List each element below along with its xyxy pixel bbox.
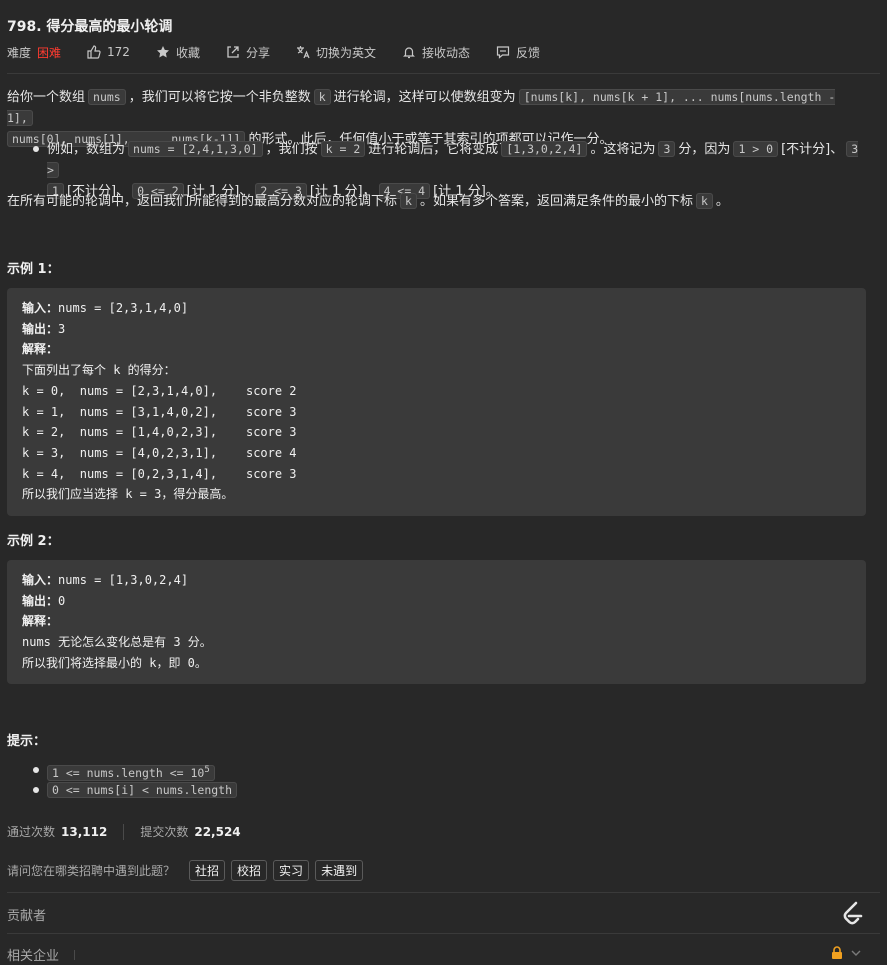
favorite-button[interactable]: 收藏 [156,44,200,61]
share-label: 分享 [245,45,270,60]
accepted-count: 13,112 [61,824,108,839]
leetcode-logo-icon[interactable] [841,901,865,931]
explanation-label: 解释： [22,342,59,357]
explanation-label: 解释： [22,614,59,629]
stats-separator [123,823,125,840]
star-icon [156,46,169,58]
submissions-count: 22,524 [194,824,241,839]
problem-title: 798. 得分最高的最小轮调 [7,19,173,35]
example-1-block: 输入：nums = [2,3,1,4,0] 输出：3 解释： 下面列出了每个 k… [7,288,866,516]
output-value: 3 [58,321,66,336]
bullet-dot [33,146,39,152]
inline-code: 0 <= nums[i] < nums.length [47,782,238,798]
difficulty-value: 困难 [37,45,62,60]
text: 分，因为 [678,142,731,157]
section-divider [7,892,880,893]
input-label: 输入： [22,301,59,315]
text: 。如果有多个答案，返回满足条件的最小的下标 [419,194,693,209]
contributors-label[interactable]: 贡献者 [7,905,46,924]
text: 在所有可能的轮调中，返回我们所能得到的最高分数对应的轮调下标 [7,194,398,209]
tag-campus-recruit[interactable]: 校招 [231,860,268,881]
lock-icon [832,946,842,959]
feedback-button[interactable]: 反馈 [496,44,540,61]
input-label: 输入： [22,573,59,587]
tag-social-recruit[interactable]: 社招 [189,860,226,881]
recruitment-survey: 请问您在哪类招聘中遇到此题？ 社招 校招 实习 未遇到 [7,860,364,881]
problem-toolbar: 难度 困难 172 收藏 分享 切换为英文 接收动态 反馈 [7,43,566,61]
inline-code: nums = [2,4,1,3,0] [128,141,263,157]
hint-exponent: 5 [204,765,210,775]
notify-button[interactable]: 接收动态 [402,44,470,61]
output-label: 输出： [22,321,59,336]
inline-code: nums [88,89,126,105]
explanation-line: 下面列出了每个 k 的得分： [22,363,176,378]
feedback-icon [496,46,510,59]
separator [74,950,75,960]
inline-code: 1 > 0 [733,141,779,157]
output-value: 0 [58,593,66,608]
translate-icon [296,46,310,59]
thumbs-up-icon [87,45,101,59]
like-count: 172 [107,45,130,59]
bell-icon [403,47,415,59]
explanation-line: k = 4, nums = [0,2,3,1,4], score 3 [22,466,297,481]
submissions-label: 提交次数 [140,825,189,839]
explanation-line: nums 无论怎么变化总是有 3 分。 [22,635,212,650]
inline-code: 3 [658,141,676,157]
hint-2: 0 <= nums[i] < nums.length [47,780,865,801]
text: 例如，数组为 [47,142,126,157]
inline-code: k [313,89,331,105]
text: [不计分]、 [781,142,844,157]
hints-heading: 提示： [7,734,47,749]
bullet-dot [33,787,39,793]
inline-code: 1 <= nums.length <= 105 [47,764,215,781]
example-2-heading: 示例 2： [7,534,60,549]
share-icon [227,46,239,58]
explanation-line: 所以我们应当选择 k = 3，得分最高。 [22,487,234,502]
text: 进行轮调后，它将变成 [368,142,499,157]
text: 进行轮调，这样可以使数组变为 [333,90,516,105]
example-1-heading: 示例 1： [7,262,60,277]
text: 。 [715,194,729,209]
inline-code: k [695,193,713,209]
inline-code: k [400,193,417,209]
output-label: 输出： [22,593,59,608]
explanation-line: 所以我们将选择最小的 k，即 0。 [22,655,207,670]
header-divider [7,73,880,74]
hint-text: 1 <= nums.length <= 10 [52,765,205,780]
input-value: nums = [1,3,0,2,4] [58,573,189,587]
switch-language-button[interactable]: 切换为英文 [296,44,376,61]
tag-not-encountered[interactable]: 未遇到 [315,860,364,881]
section-divider [7,933,880,934]
text: 。这将记为 [590,142,656,157]
notify-label: 接收动态 [421,45,470,60]
description-paragraph-2: 在所有可能的轮调中，返回我们所能得到的最高分数对应的轮调下标 k 。如果有多个答案，… [7,191,865,212]
chevron-down-icon [851,950,861,956]
example-2-block: 输入：nums = [1,3,0,2,4] 输出：0 解释： nums 无论怎么… [7,560,866,684]
explanation-line: k = 1, nums = [3,1,4,0,2], score 3 [22,404,297,419]
text: ，我们按 [265,142,318,157]
text: 给你一个数组 [7,90,86,105]
inline-code: [1,3,0,2,4] [501,141,588,157]
explanation-line: k = 0, nums = [2,3,1,4,0], score 2 [22,383,297,398]
recruitment-question: 请问您在哪类招聘中遇到此题？ [7,864,176,878]
feedback-label: 反馈 [516,45,541,60]
switch-language-label: 切换为英文 [315,45,376,60]
text: ，我们可以将它按一个非负整数 [128,90,311,105]
input-value: nums = [2,3,1,4,0] [58,301,189,315]
difficulty-label: 难度 [7,45,32,60]
submission-stats: 通过次数 13,112 提交次数 22,524 [7,823,241,840]
bullet-dot [33,767,39,773]
explanation-line: k = 3, nums = [4,0,2,3,1], score 4 [22,445,297,460]
explanation-line: k = 2, nums = [1,4,0,2,3], score 3 [22,425,297,440]
inline-code: k = 2 [320,141,366,157]
share-button[interactable]: 分享 [226,44,270,61]
related-companies-label[interactable]: 相关企业 [7,945,59,964]
tag-internship[interactable]: 实习 [273,860,310,881]
favorite-label: 收藏 [175,45,200,60]
like-button[interactable]: 172 [87,45,130,59]
accepted-label: 通过次数 [7,825,56,839]
companies-expand[interactable] [831,946,861,960]
